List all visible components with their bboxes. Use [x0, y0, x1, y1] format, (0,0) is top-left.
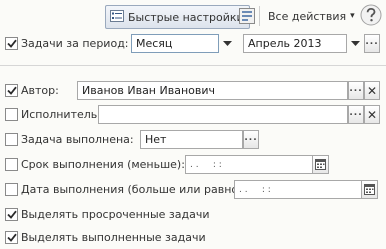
done-date-label: Дата выполнения (больше или равно):: [21, 183, 247, 196]
ellipsis-icon: ...: [365, 36, 379, 47]
executor-clear-button[interactable]: ✕: [364, 105, 380, 124]
all-actions-label: Все действия: [268, 9, 347, 23]
executor-select-button[interactable]: ...: [348, 105, 364, 124]
author-label: Автор:: [21, 84, 59, 97]
period-label: Задачи за период:: [21, 37, 129, 50]
highlight-completed-checkbox[interactable]: [5, 231, 18, 244]
completed-field[interactable]: Нет: [140, 130, 243, 149]
close-icon: ✕: [366, 107, 378, 122]
done-date-checkbox[interactable]: [5, 183, 18, 196]
period-type-select[interactable]: Месяц: [131, 34, 219, 53]
completed-select-button[interactable]: ...: [243, 130, 259, 149]
done-date-calendar-icon[interactable]: [362, 180, 378, 199]
due-less-date-field[interactable]: . . : :: [185, 155, 313, 174]
author-checkbox[interactable]: [5, 84, 18, 97]
executor-field[interactable]: [98, 105, 348, 124]
quick-settings-label: Быстрые настройки: [128, 10, 244, 24]
done-date-field[interactable]: . . : :: [234, 180, 362, 199]
close-icon: ✕: [366, 83, 378, 98]
author-select-button[interactable]: ...: [348, 81, 364, 100]
executor-checkbox[interactable]: [5, 108, 18, 121]
toolbar-divider: [259, 6, 260, 26]
ellipsis-icon: ...: [244, 132, 258, 143]
period-type-dropdown-icon[interactable]: [219, 34, 235, 53]
author-clear-button[interactable]: ✕: [364, 81, 380, 100]
due-less-calendar-icon[interactable]: [313, 155, 329, 174]
due-less-checkbox[interactable]: [5, 158, 18, 171]
executor-label: Исполнитель:: [21, 108, 101, 121]
period-value-dropdown-icon[interactable]: [347, 34, 363, 53]
period-value-field[interactable]: Апрель 2013: [243, 34, 347, 53]
chevron-down-icon: ▾: [350, 11, 355, 21]
highlight-completed-label: Выделять выполненные задачи: [21, 231, 206, 244]
period-checkbox[interactable]: [5, 37, 18, 50]
highlight-overdue-label: Выделять просроченные задачи: [21, 208, 210, 221]
completed-checkbox[interactable]: [5, 133, 18, 146]
settings-list-icon: [110, 9, 124, 25]
highlight-overdue-checkbox[interactable]: [5, 208, 18, 221]
due-less-label: Срок выполнения (меньше):: [21, 158, 185, 171]
author-field[interactable]: Иванов Иван Иванович: [77, 81, 348, 100]
ellipsis-icon: ...: [349, 83, 363, 94]
all-actions-button[interactable]: Все действия ▾: [264, 5, 359, 27]
ellipsis-icon: ...: [349, 107, 363, 118]
quick-settings-button[interactable]: Быстрые настройки: [105, 5, 250, 29]
completed-label: Задача выполнена:: [21, 133, 134, 146]
period-select-button[interactable]: ...: [364, 34, 380, 53]
settings-panel-icon[interactable]: [239, 8, 255, 27]
help-question-icon[interactable]: [360, 4, 382, 29]
section-divider: [0, 65, 386, 66]
